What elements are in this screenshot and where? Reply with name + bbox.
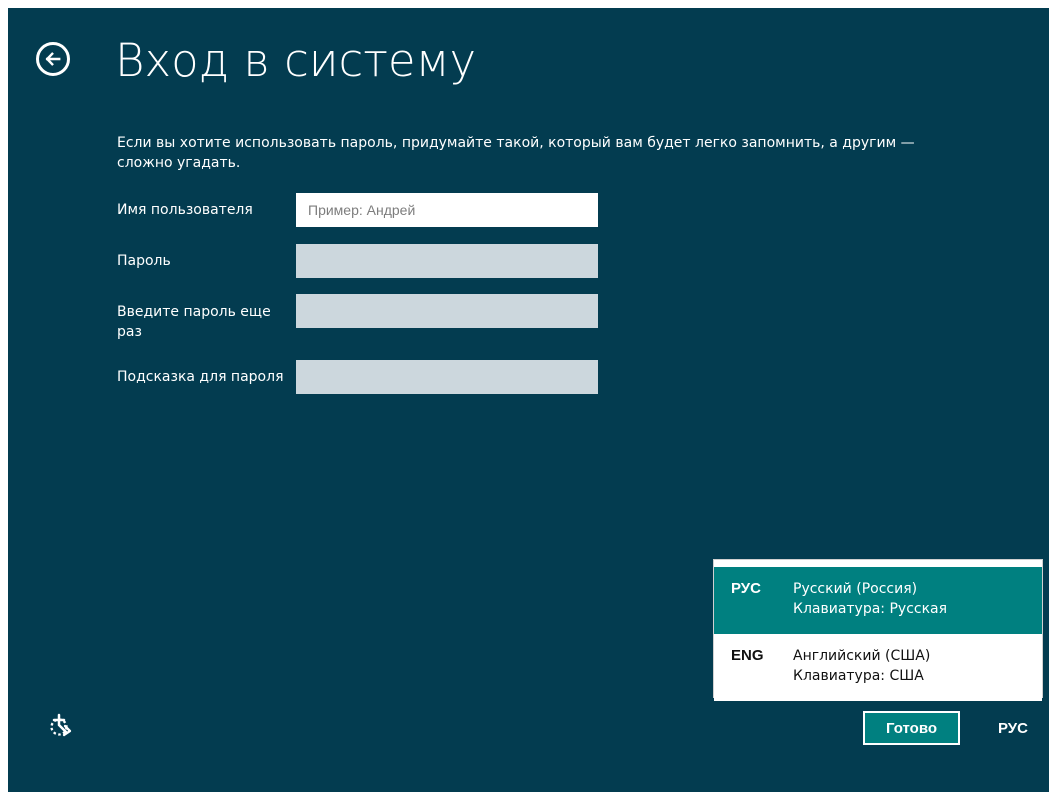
language-code-en: ENG (731, 647, 764, 664)
password-hint-input[interactable] (296, 360, 598, 394)
username-label: Имя пользователя (117, 202, 253, 218)
language-name-ru: Русский (Россия) (793, 581, 918, 597)
back-button[interactable] (36, 42, 70, 76)
language-menu: РУС Русский (Россия) Клавиатура: Русская… (713, 559, 1043, 701)
back-arrow-icon (45, 52, 61, 66)
password-input[interactable] (296, 244, 598, 278)
language-name-en: Английский (США) (793, 648, 931, 664)
language-option-russian[interactable]: РУС Русский (Россия) Клавиатура: Русская (714, 567, 1042, 634)
setup-screen: Вход в систему Если вы хотите использова… (8, 8, 1049, 792)
username-input[interactable] (296, 193, 598, 227)
repeat-password-input[interactable] (296, 294, 598, 328)
language-indicator[interactable]: РУС (998, 720, 1028, 738)
password-label: Пароль (117, 253, 171, 269)
language-option-english[interactable]: ENG Английский (США) Клавиатура: США (714, 634, 1042, 701)
password-description: Если вы хотите использовать пароль, прид… (117, 135, 915, 171)
password-hint-label: Подсказка для пароля (117, 369, 284, 385)
done-button[interactable]: Готово (863, 711, 960, 745)
language-code-ru: РУС (731, 580, 761, 597)
page-title: Вход в систему (115, 34, 477, 87)
repeat-password-label: Введите пароль еще раз (117, 304, 271, 340)
ease-of-access-icon[interactable] (44, 711, 74, 741)
keyboard-name-ru: Клавиатура: Русская (793, 601, 948, 617)
keyboard-name-en: Клавиатура: США (793, 668, 924, 684)
